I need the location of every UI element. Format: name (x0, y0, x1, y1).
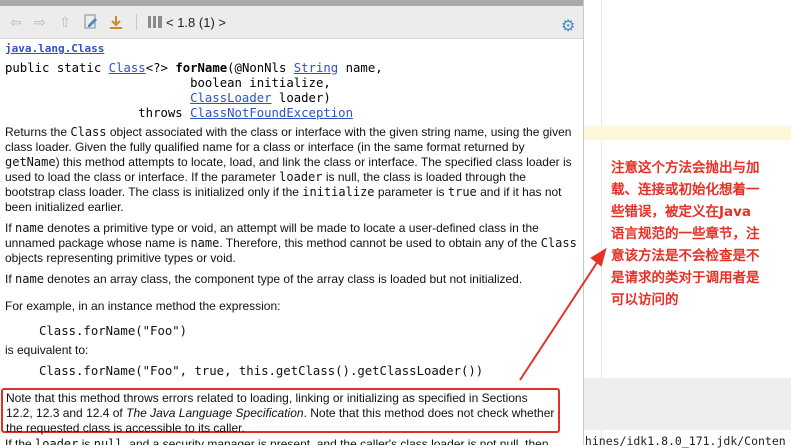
editor-bottom-panel (583, 378, 791, 430)
text: If (5, 221, 16, 235)
text: If (5, 272, 16, 286)
code-span: name (15, 221, 44, 235)
sig-modifiers: public static (5, 61, 109, 75)
text: Returns the (5, 125, 71, 139)
code-span: Class (540, 236, 577, 250)
primitive-paragraph: If name denotes a primitive type or void… (5, 221, 577, 266)
gear-icon[interactable]: ⚙ (561, 19, 575, 35)
sig-string-link[interactable]: String (294, 61, 338, 75)
page-counter[interactable]: < 1.8 (1) > (148, 15, 226, 30)
method-signature: public static Class<?> forName(@NonNls S… (5, 61, 577, 121)
current-line-highlight (583, 126, 791, 140)
documentation-popup: ⇦ ⇨ ⇧ < 1.8 (1) > ⚙ java.lang.Class publ… (0, 0, 584, 445)
page-counter-label: < 1.8 (1) > (166, 15, 226, 30)
doc-content: java.lang.Class public static Class<?> f… (5, 40, 577, 383)
back-arrow-icon[interactable]: ⇦ (8, 14, 24, 30)
sig-param-initialize: boolean initialize, (5, 76, 331, 90)
code-span: name (15, 272, 44, 286)
code-span: loader (35, 437, 79, 445)
external-doc-icon[interactable] (108, 14, 124, 30)
sig-exception-link[interactable]: ClassNotFoundException (190, 106, 353, 120)
sig-param-loader: loader) (271, 91, 331, 105)
sig-annotation: (@NonNls (227, 61, 294, 75)
code-span: Class (70, 125, 107, 139)
sig-indent (5, 91, 190, 105)
text: objects representing primitive types or … (5, 251, 236, 265)
text: is (78, 437, 94, 445)
highlighted-note: Note that this method throws errors rela… (1, 388, 560, 435)
edit-source-icon[interactable] (83, 14, 99, 30)
text: , and a security manager is present, and… (122, 437, 549, 445)
sig-param-name: name, (338, 61, 383, 75)
code-span: true (447, 185, 477, 199)
forward-arrow-icon[interactable]: ⇨ (32, 14, 48, 30)
toolbar-separator (136, 14, 137, 30)
sig-class-link[interactable]: Class (109, 61, 146, 75)
library-icon (148, 16, 162, 28)
doc-toolbar: ⇦ ⇨ ⇧ < 1.8 (1) > ⚙ (0, 6, 583, 39)
text: denotes an array class, the component ty… (43, 272, 523, 286)
code-span: null (93, 437, 123, 445)
code-span: name (190, 236, 220, 250)
code-span: initialize (302, 185, 375, 199)
code-span: getName (5, 155, 56, 169)
sig-method-name: forName (175, 61, 228, 75)
text: If the (5, 437, 36, 445)
up-arrow-icon[interactable]: ⇧ (57, 14, 73, 30)
code-example-2: Class.forName("Foo", true, this.getClass… (39, 364, 484, 378)
code-span: loader (279, 170, 323, 184)
sig-generic: <?> (145, 61, 176, 75)
sig-classloader-link[interactable]: ClassLoader (190, 91, 271, 105)
example-paragraph: For example, in an instance method the e… (5, 299, 281, 313)
equivalent-paragraph: is equivalent to: (5, 343, 89, 357)
code-example-1: Class.forName("Foo") (39, 324, 188, 338)
text: . Therefore, this method cannot be used … (219, 236, 541, 250)
text: parameter is (374, 185, 448, 199)
description-paragraph: Returns the Class object associated with… (5, 125, 577, 215)
chinese-annotation: 注意这个方法会抛出与加载、连接或初始化想着一些错误，被定义在Java语言规范的一… (611, 160, 760, 308)
array-paragraph: If name denotes an array class, the comp… (5, 272, 577, 287)
jls-reference: The Java Language Specification (126, 406, 304, 420)
sig-throws: throws (5, 106, 191, 120)
editor-path-text: chines/idk1.8.0_171.jdk/Conten (578, 434, 786, 448)
package-link[interactable]: java.lang.Class (5, 41, 577, 56)
security-paragraph: If the loader is null, and a security ma… (5, 437, 575, 445)
